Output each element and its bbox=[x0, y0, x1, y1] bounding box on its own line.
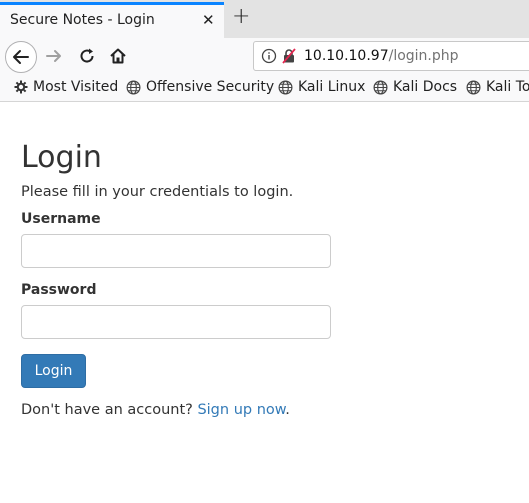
url-host: 10.10.10.97 bbox=[304, 48, 389, 64]
info-icon[interactable] bbox=[261, 48, 277, 64]
gear-icon bbox=[14, 80, 28, 94]
navigation-bar: 10.10.10.97/login.php bbox=[0, 38, 529, 74]
bookmark-label: Offensive Security bbox=[146, 79, 275, 95]
new-tab-icon[interactable]: + bbox=[232, 6, 250, 28]
globe-icon bbox=[466, 80, 481, 94]
password-label: Password bbox=[21, 282, 97, 298]
signup-link[interactable]: Sign up now bbox=[197, 402, 285, 418]
login-button[interactable]: Login bbox=[21, 354, 86, 388]
url-path: /login.php bbox=[388, 48, 459, 64]
bookmark-kali-docs[interactable]: Kali Docs bbox=[373, 79, 457, 95]
home-icon[interactable] bbox=[108, 46, 128, 66]
tab-title: Secure Notes - Login bbox=[10, 12, 155, 28]
username-label: Username bbox=[21, 211, 101, 227]
tab-strip: Secure Notes - Login ✕ + bbox=[0, 0, 529, 38]
bookmark-offensive-security[interactable]: Offensive Security bbox=[126, 79, 274, 95]
bookmark-most-visited[interactable]: Most Visited bbox=[14, 79, 118, 95]
reload-icon[interactable] bbox=[77, 46, 97, 66]
bookmark-label: Kali Tools bbox=[486, 79, 529, 95]
bookmark-label: Kali Linux bbox=[298, 79, 366, 95]
signup-suffix: . bbox=[285, 402, 290, 418]
back-button[interactable] bbox=[5, 41, 37, 73]
password-input[interactable] bbox=[21, 305, 331, 339]
tab-secure-notes-login[interactable]: Secure Notes - Login ✕ bbox=[0, 2, 224, 38]
username-input[interactable] bbox=[21, 234, 331, 268]
back-arrow-icon bbox=[13, 50, 29, 64]
url-bar[interactable]: 10.10.10.97/login.php bbox=[253, 41, 529, 71]
forward-arrow-icon[interactable] bbox=[44, 46, 64, 66]
globe-icon bbox=[373, 80, 388, 94]
bookmark-kali-tools[interactable]: Kali Tools bbox=[466, 79, 529, 95]
globe-icon bbox=[278, 80, 293, 94]
url-text: 10.10.10.97/login.php bbox=[304, 48, 459, 64]
globe-icon bbox=[126, 80, 141, 94]
page-title: Login bbox=[21, 140, 102, 175]
bookmark-label: Kali Docs bbox=[393, 79, 458, 95]
bookmarks-bar: Most Visited Offensive Security Kali Lin… bbox=[0, 74, 529, 102]
signup-prompt: Don't have an account? Sign up now. bbox=[21, 402, 290, 418]
bookmark-label: Most Visited bbox=[33, 79, 119, 95]
signup-prompt-text: Don't have an account? bbox=[21, 402, 198, 418]
close-icon[interactable]: ✕ bbox=[202, 12, 215, 28]
page-description: Please fill in your credentials to login… bbox=[21, 184, 294, 200]
insecure-lock-icon[interactable] bbox=[281, 48, 297, 64]
bookmark-kali-linux[interactable]: Kali Linux bbox=[278, 79, 365, 95]
